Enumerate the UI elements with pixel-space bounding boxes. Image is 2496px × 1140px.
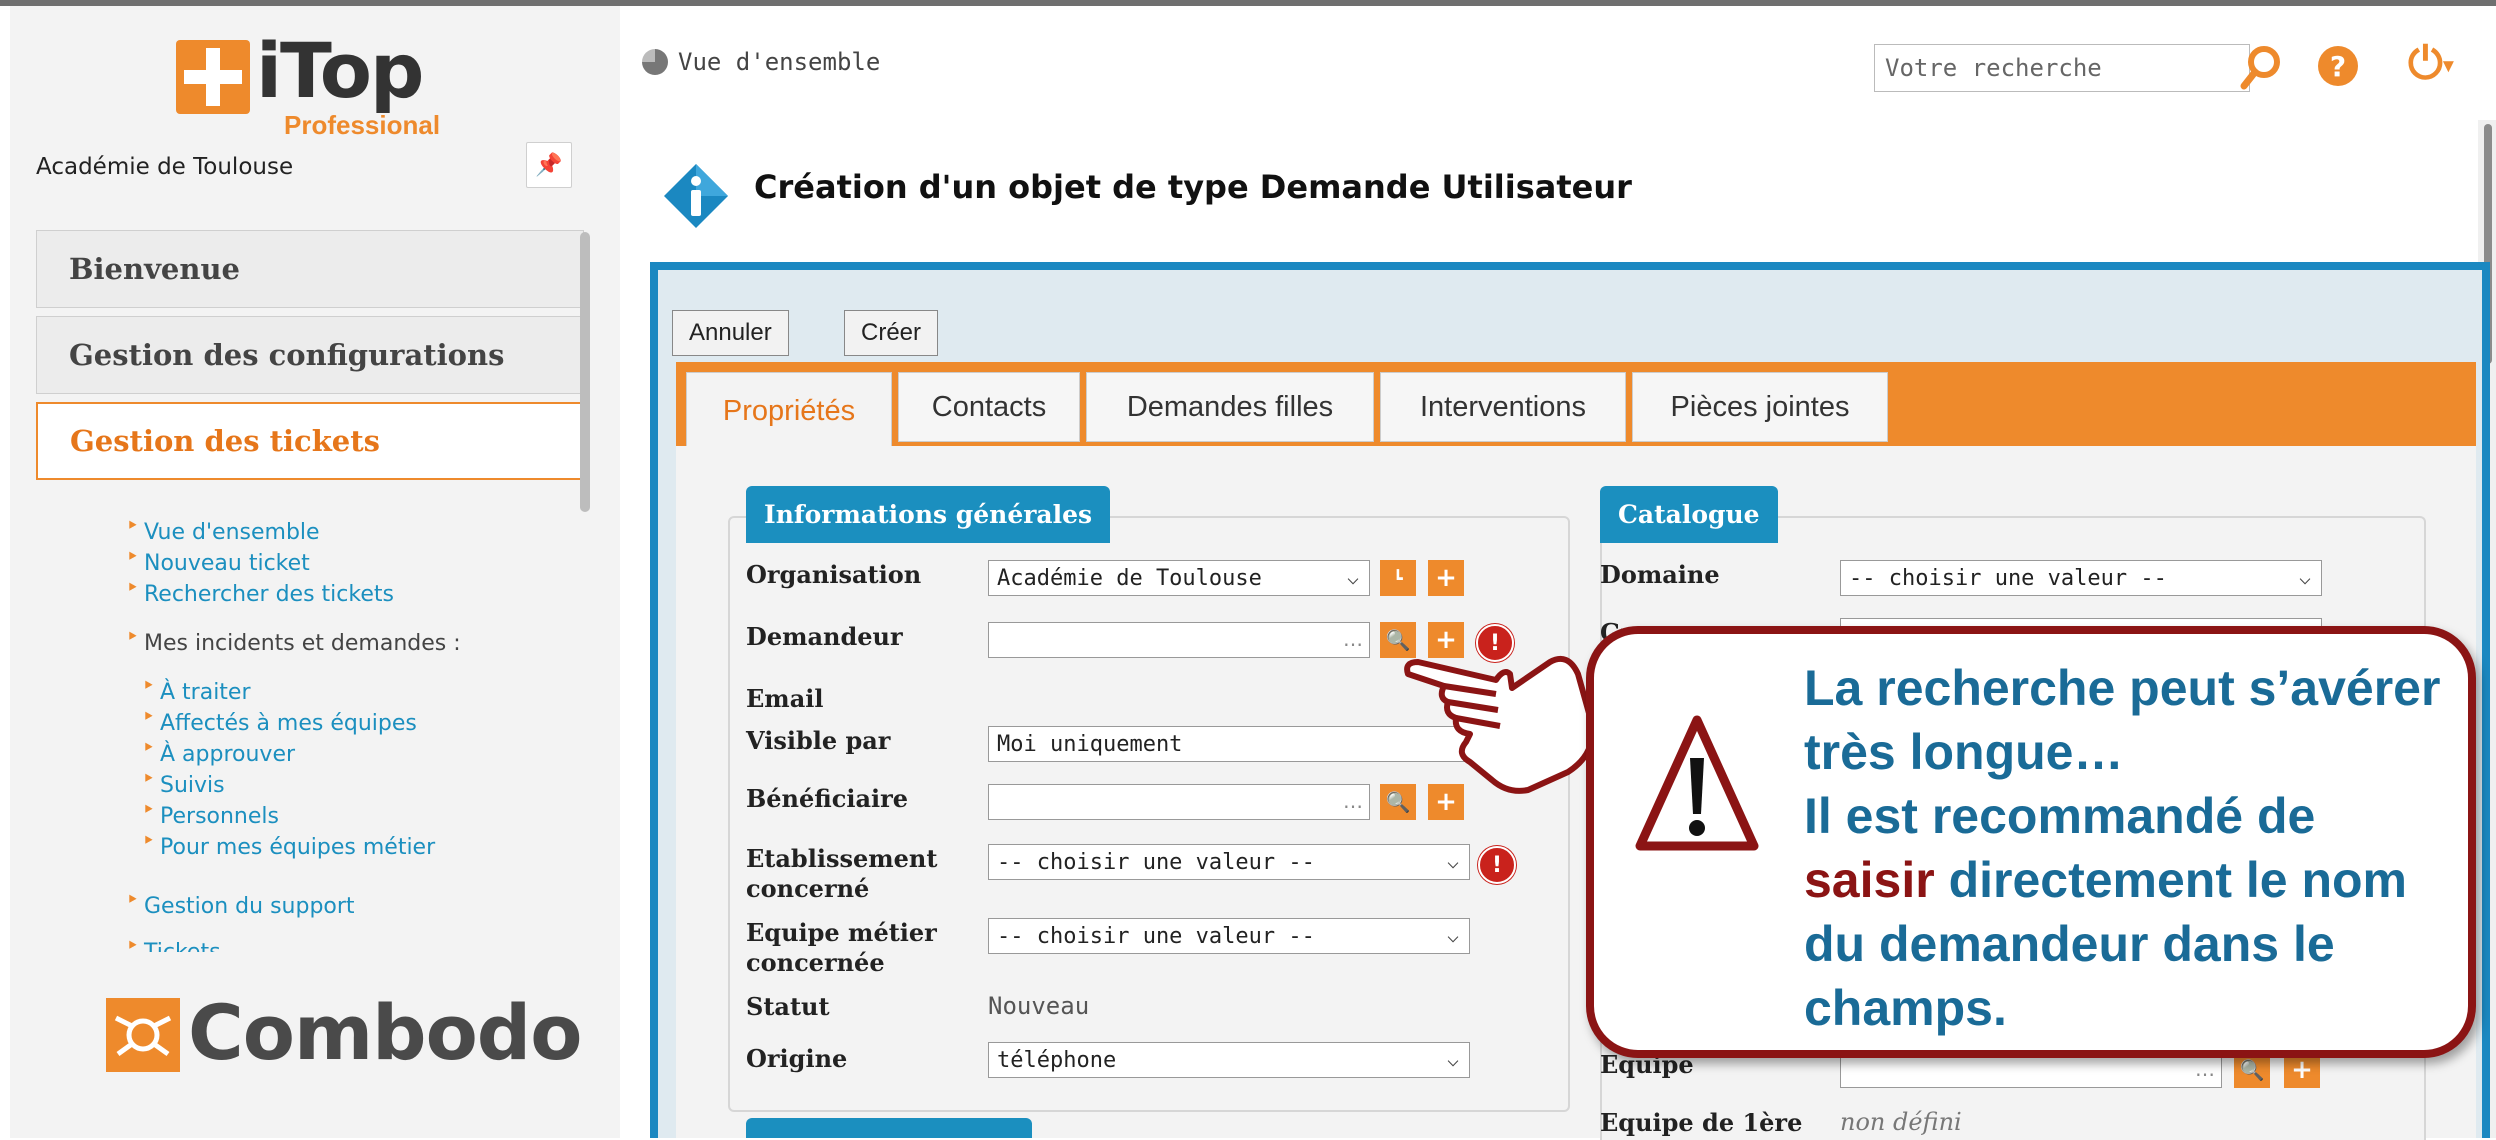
required-field-icon: ! bbox=[1478, 846, 1516, 884]
pointing-hand-icon bbox=[1400, 622, 1600, 806]
warning-callout: La recherche peut s’avérer très longue… … bbox=[1586, 626, 2476, 1058]
demandeur-input[interactable]: … bbox=[988, 622, 1370, 658]
info-icon bbox=[660, 160, 732, 232]
submenu-vue-ensemble[interactable]: Vue d'ensemble bbox=[126, 514, 320, 545]
pin-icon: 📌 bbox=[535, 152, 563, 178]
combodo-logo: Combodo bbox=[96, 988, 582, 1090]
submenu-cut-off[interactable]: Tickets ............ bbox=[126, 934, 312, 952]
breadcrumb-overview[interactable]: Vue d'ensemble bbox=[642, 48, 880, 76]
itop-logo[interactable]: iTop Professional bbox=[170, 26, 440, 140]
tab-demandes-filles[interactable]: Demandes filles bbox=[1086, 372, 1374, 442]
global-search-input[interactable] bbox=[1874, 44, 2250, 92]
menu-gestion-tickets[interactable]: Gestion des tickets bbox=[36, 402, 584, 480]
submenu-suivis[interactable]: Suivis bbox=[142, 767, 225, 798]
warning-icon bbox=[1632, 710, 1762, 864]
breadcrumb-overview-label: Vue d'ensemble bbox=[678, 48, 881, 76]
submenu-gestion-support[interactable]: Gestion du support bbox=[126, 888, 355, 919]
menu-gestion-configurations[interactable]: Gestion des configurations bbox=[36, 316, 584, 394]
submenu-a-traiter[interactable]: À traiter bbox=[142, 674, 250, 705]
origine-label: Origine bbox=[746, 1044, 848, 1073]
itop-logo-text: iTop bbox=[256, 26, 424, 115]
sidebar-menu: Bienvenue Gestion des configurations Ges… bbox=[36, 230, 584, 488]
statut-value: Nouveau bbox=[988, 992, 1090, 1020]
help-icon[interactable]: ? bbox=[2318, 46, 2358, 86]
tickets-submenu: Vue d'ensemble Nouveau ticket Rechercher… bbox=[36, 502, 584, 952]
chevron-down-icon: ⌵ bbox=[1446, 849, 1459, 873]
general-info-legend: Informations générales bbox=[746, 486, 1111, 543]
callout-message: La recherche peut s’avérer très longue… … bbox=[1804, 660, 2441, 1036]
tab-proprietes[interactable]: Propriétés bbox=[686, 372, 892, 450]
page-title: Création d'un objet de type Demande Util… bbox=[754, 168, 1632, 206]
add-organisation-button[interactable]: + bbox=[1428, 560, 1464, 596]
visible-par-label: Visible par bbox=[746, 726, 891, 755]
beneficiaire-input[interactable]: … bbox=[988, 784, 1370, 820]
logout-power-icon[interactable]: ⏻▾ bbox=[2408, 38, 2454, 89]
etablissement-select[interactable]: -- choisir une valeur -- ⌵ bbox=[988, 844, 1470, 880]
submenu-equipes-metier[interactable]: Pour mes équipes métier bbox=[142, 829, 435, 860]
combodo-logo-text: Combodo bbox=[188, 988, 582, 1077]
organization-label: Académie de Toulouse bbox=[36, 154, 294, 180]
submenu-personnels[interactable]: Personnels bbox=[142, 798, 279, 829]
chevron-down-icon: ⌵ bbox=[1446, 1047, 1459, 1071]
hierarchy-icon[interactable]: ┗ bbox=[1380, 560, 1416, 596]
chevron-down-icon: ⌵ bbox=[1446, 923, 1459, 947]
equipe-1ere-label: Equipe de 1ère bbox=[1600, 1108, 1803, 1137]
submenu-a-approuver[interactable]: À approuver bbox=[142, 736, 295, 767]
visible-par-select[interactable]: Moi uniquement bbox=[988, 726, 1470, 762]
organisation-select[interactable]: Académie de Toulouse ⌵ bbox=[988, 560, 1370, 596]
cancel-button[interactable]: Annuler bbox=[672, 310, 789, 356]
itop-logo-mark bbox=[176, 40, 250, 114]
pie-chart-icon bbox=[642, 49, 668, 75]
menu-bienvenue[interactable]: Bienvenue bbox=[36, 230, 584, 308]
email-label: Email bbox=[746, 684, 824, 713]
etablissement-label: Etablissement concerné bbox=[746, 844, 938, 903]
create-button[interactable]: Créer bbox=[844, 310, 939, 356]
combodo-logo-mark bbox=[106, 998, 180, 1072]
itop-edition: Professional bbox=[284, 110, 441, 140]
submenu-nouveau-ticket[interactable]: Nouveau ticket bbox=[126, 545, 310, 576]
chevron-down-icon: ⌵ bbox=[1346, 565, 1359, 589]
submenu-affectes-equipes[interactable]: Affectés à mes équipes bbox=[142, 705, 417, 736]
equipe-1ere-value: non défini bbox=[1840, 1108, 1962, 1136]
catalogue-legend: Catalogue bbox=[1600, 486, 1778, 543]
next-fieldset-legend bbox=[746, 1118, 1032, 1138]
tab-contacts[interactable]: Contacts bbox=[898, 372, 1080, 442]
demandeur-label: Demandeur bbox=[746, 622, 903, 651]
origine-select[interactable]: téléphone ⌵ bbox=[988, 1042, 1470, 1078]
equipe-metier-label: Equipe métier concernée bbox=[746, 918, 937, 977]
domaine-label: Domaine bbox=[1600, 560, 1720, 589]
domaine-select[interactable]: -- choisir une valeur -- ⌵ bbox=[1840, 560, 2322, 596]
organisation-label: Organisation bbox=[746, 560, 922, 589]
equipe-metier-select[interactable]: -- choisir une valeur -- ⌵ bbox=[988, 918, 1470, 954]
pin-sidebar-button[interactable]: 📌 bbox=[526, 142, 572, 188]
callout-emphasis: saisir bbox=[1804, 852, 1935, 908]
beneficiaire-label: Bénéficiaire bbox=[746, 784, 909, 813]
search-icon[interactable] bbox=[2236, 42, 2288, 98]
sidebar-scrollbar[interactable] bbox=[580, 232, 590, 512]
chevron-down-icon: ⌵ bbox=[2298, 565, 2311, 589]
tab-pieces-jointes[interactable]: Pièces jointes bbox=[1632, 372, 1888, 442]
submenu-rechercher-tickets[interactable]: Rechercher des tickets bbox=[126, 576, 394, 607]
statut-label: Statut bbox=[746, 992, 830, 1021]
tab-interventions[interactable]: Interventions bbox=[1380, 372, 1626, 442]
submenu-mes-incidents: Mes incidents et demandes : bbox=[126, 625, 461, 656]
